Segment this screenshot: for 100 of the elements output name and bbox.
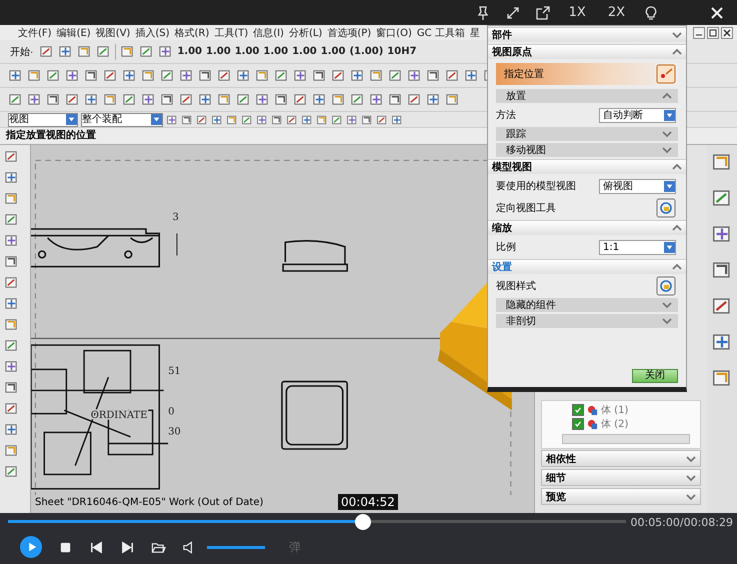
- assembly-dropdown[interactable]: 整个装配: [81, 112, 163, 126]
- group-header[interactable]: 非剖切: [496, 314, 678, 328]
- tool-icon[interactable]: [350, 92, 365, 107]
- point-icon[interactable]: [656, 64, 676, 84]
- tool-icon[interactable]: [274, 92, 289, 107]
- tool-icon[interactable]: [376, 114, 388, 126]
- menu-item[interactable]: 窗口(O): [376, 26, 412, 40]
- close-icon[interactable]: [721, 27, 733, 39]
- tool-icon[interactable]: [211, 114, 223, 126]
- checkbox[interactable]: [572, 418, 584, 430]
- play-button[interactable]: [20, 536, 42, 558]
- selection-row[interactable]: 指定位置: [496, 63, 678, 85]
- tool-icon[interactable]: [256, 114, 268, 126]
- tool-icon[interactable]: [65, 68, 80, 83]
- tool-icon[interactable]: [4, 443, 19, 458]
- tool-icon[interactable]: [391, 114, 403, 126]
- tool-icon[interactable]: [217, 92, 232, 107]
- tool-icon[interactable]: [58, 44, 74, 59]
- tool-icon[interactable]: [331, 92, 346, 107]
- expand-icon[interactable]: [662, 301, 672, 309]
- tool-icon[interactable]: [4, 275, 19, 290]
- tool-icon[interactable]: [369, 92, 384, 107]
- expand-icon[interactable]: [686, 474, 696, 482]
- tool-icon[interactable]: [316, 114, 328, 126]
- section-header[interactable]: 设置: [488, 259, 686, 274]
- tool-icon[interactable]: [8, 68, 23, 83]
- previous-icon[interactable]: [89, 540, 104, 554]
- tool-icon[interactable]: [179, 92, 194, 107]
- dimension-style-button[interactable]: 1.00: [263, 46, 288, 57]
- tool-icon[interactable]: [4, 317, 19, 332]
- tool-icon[interactable]: [388, 68, 403, 83]
- expand-icon[interactable]: [662, 130, 672, 138]
- tool-icon[interactable]: [274, 68, 289, 83]
- tool-icon[interactable]: [4, 233, 19, 248]
- tool-icon[interactable]: [301, 114, 313, 126]
- tool-icon[interactable]: [331, 114, 343, 126]
- tree-item[interactable]: 体 (1): [601, 403, 628, 417]
- tool-icon[interactable]: [39, 44, 54, 59]
- speed-button[interactable]: 2X: [604, 5, 629, 20]
- tool-icon[interactable]: [46, 92, 61, 107]
- close-icon[interactable]: [709, 4, 725, 20]
- tool-icon[interactable]: [84, 92, 99, 107]
- tool-icon[interactable]: [8, 92, 23, 107]
- tool-icon[interactable]: [158, 44, 174, 59]
- menu-item[interactable]: 工具(T): [214, 26, 248, 40]
- checkbox[interactable]: [572, 404, 584, 416]
- tool-icon[interactable]: [293, 68, 308, 83]
- start-button[interactable]: 开始·: [8, 44, 36, 58]
- menu-item[interactable]: 插入(S): [135, 26, 170, 40]
- menu-item[interactable]: 首选项(P): [327, 26, 372, 40]
- group-header[interactable]: 隐藏的组件: [496, 298, 678, 312]
- tool-icon[interactable]: [331, 68, 346, 83]
- tool-icon[interactable]: [160, 92, 175, 107]
- tool-icon[interactable]: [65, 92, 80, 107]
- tool-icon[interactable]: [4, 296, 19, 311]
- group-header[interactable]: 跟踪: [496, 127, 678, 141]
- tool-icon[interactable]: [236, 92, 251, 107]
- tool-icon[interactable]: [4, 149, 19, 164]
- tool-icon[interactable]: [4, 191, 19, 206]
- expand-icon[interactable]: [686, 492, 696, 500]
- tool-icon[interactable]: [4, 170, 19, 185]
- bulb-icon[interactable]: [643, 4, 659, 20]
- tool-icon[interactable]: [196, 114, 208, 126]
- tool-icon[interactable]: [4, 212, 19, 227]
- progress-thumb[interactable]: [355, 514, 371, 530]
- panel-section-header[interactable]: 细节: [541, 469, 701, 486]
- tool-icon[interactable]: [407, 92, 422, 107]
- tool-icon[interactable]: [346, 114, 358, 126]
- tool-icon[interactable]: [4, 380, 19, 395]
- tool-icon[interactable]: [271, 114, 283, 126]
- dropdown-field[interactable]: 自动判断: [599, 108, 676, 122]
- minimize-icon[interactable]: [693, 27, 705, 39]
- horizontal-scrollbar[interactable]: [562, 434, 690, 444]
- tool-icon[interactable]: [445, 68, 460, 83]
- section-header[interactable]: 视图原点: [488, 44, 686, 59]
- tool-icon[interactable]: [122, 68, 137, 83]
- tool-icon[interactable]: [4, 464, 19, 479]
- dropdown-field[interactable]: 俯视图: [599, 178, 676, 194]
- tool-icon[interactable]: [312, 92, 327, 107]
- collapse-icon[interactable]: [662, 92, 672, 100]
- restore-icon[interactable]: [707, 27, 719, 39]
- tool-icon[interactable]: [84, 68, 99, 83]
- tool-icon[interactable]: [179, 68, 194, 83]
- dimension-style-button[interactable]: 1.00: [292, 46, 317, 57]
- tool-icon[interactable]: [217, 68, 232, 83]
- popout-icon[interactable]: [534, 4, 551, 20]
- tool-icon[interactable]: [445, 92, 460, 107]
- tool-icon[interactable]: [4, 359, 19, 374]
- group-header[interactable]: 移动视图: [496, 143, 678, 157]
- tool-icon[interactable]: [120, 44, 136, 59]
- tool-icon[interactable]: [77, 44, 92, 59]
- expand-icon[interactable]: [662, 317, 672, 325]
- tool-icon[interactable]: [46, 68, 61, 83]
- section-header[interactable]: 部件: [488, 27, 686, 42]
- tool-icon[interactable]: [226, 114, 238, 126]
- tool-icon[interactable]: [464, 68, 479, 83]
- tool-icon[interactable]: [656, 198, 676, 218]
- menu-item[interactable]: 分析(L): [288, 26, 322, 40]
- tool-icon[interactable]: [198, 68, 213, 83]
- tool-icon[interactable]: [293, 92, 308, 107]
